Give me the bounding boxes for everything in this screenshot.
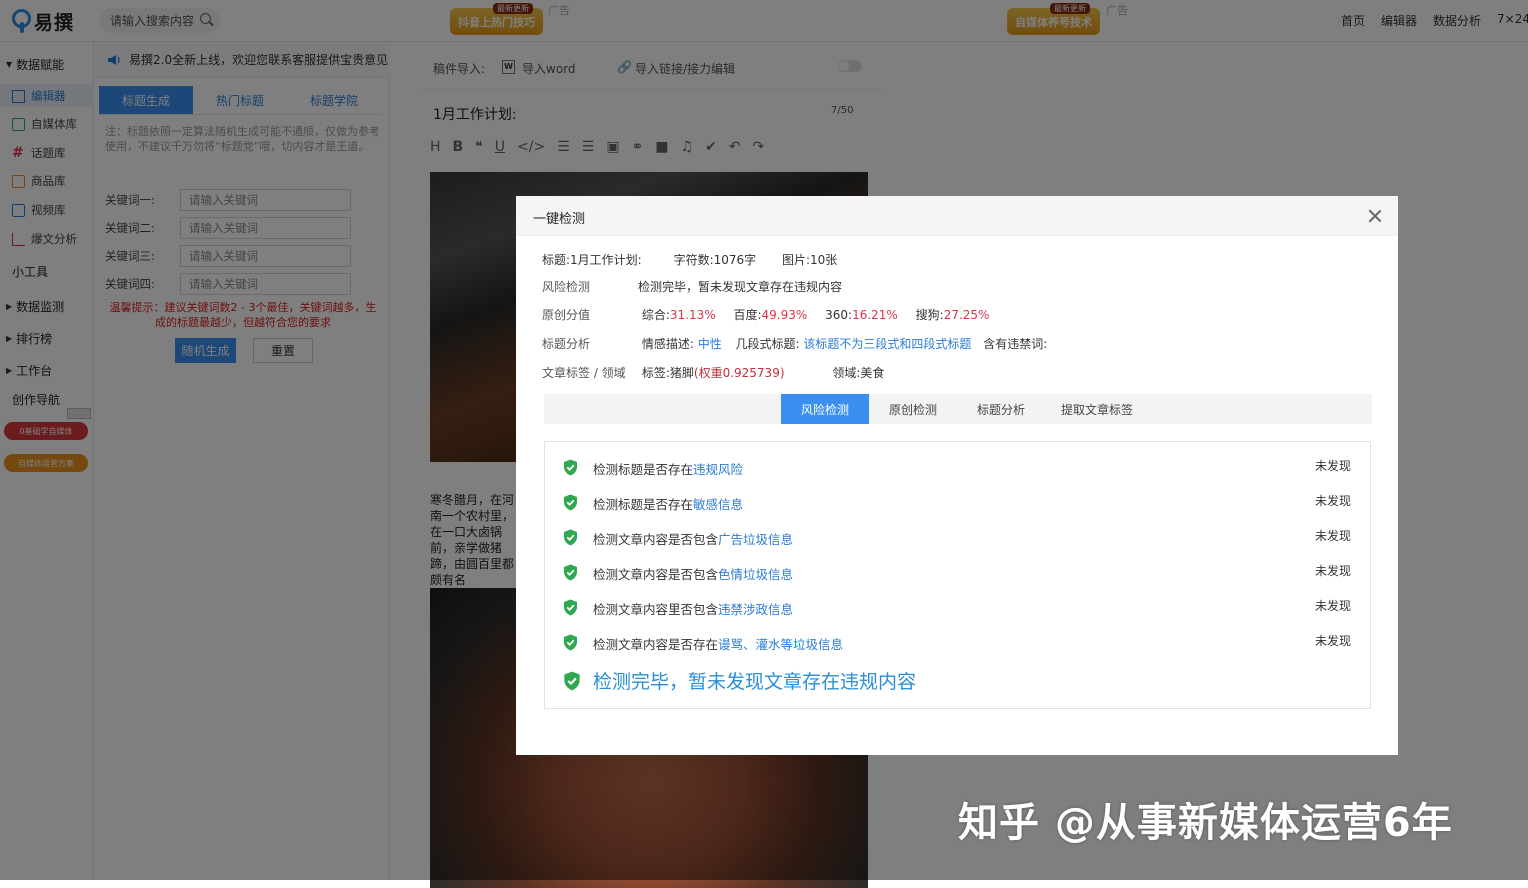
result-prefix: 检测文章内容是否包含 (593, 567, 719, 582)
score-name: 搜狗: (915, 308, 944, 322)
tag-weight: (权重0.925739) (693, 366, 785, 380)
result-row: 检测文章内容里否包含违禁涉政信息 未发现 (563, 597, 1355, 617)
domain-value: 美食 (860, 366, 885, 380)
tag-value: 猪脚 (669, 366, 694, 380)
result-text: 检测文章内容是否包含广告垃圾信息 (593, 529, 793, 548)
result-row: 检测文章内容是否包含广告垃圾信息 未发现 (563, 527, 1355, 547)
result-link[interactable]: 违规风险 (693, 462, 743, 477)
title-analysis-label: 标题分析 (542, 337, 591, 351)
result-prefix: 检测文章内容里否包含 (593, 602, 719, 617)
char-count: 1076字 (713, 253, 757, 267)
score-value: 16.21% (852, 308, 898, 322)
score-name: 综合: (641, 308, 670, 322)
check-dialog: 一键检测 标题:1月工作计划: 字符数:1076字 图片:10张 风险检测检测完… (516, 196, 1398, 755)
result-prefix: 检测标题是否存在 (593, 497, 694, 512)
score-value: 49.93% (761, 308, 808, 322)
segments-label: 几段式标题: (735, 337, 800, 351)
dialog-header: 一键检测 (516, 196, 1398, 236)
shield-check-icon (564, 459, 577, 476)
original-score: 原创分值 综合:31.13% 百度:49.93% 360:16.21% 搜狗:2… (542, 306, 989, 323)
segments-value: 该标题不为三段式和四段式标题 (803, 337, 972, 351)
tab-original-check[interactable]: 原创检测 (869, 394, 957, 424)
shield-check-icon (564, 634, 577, 651)
result-row: 检测标题是否存在敏感信息 未发现 (563, 492, 1355, 512)
banned-words-label: 含有违禁词: (983, 337, 1048, 351)
result-status: 未发现 (1314, 529, 1351, 543)
result-status: 未发现 (1314, 494, 1351, 508)
shield-check-icon (564, 671, 580, 691)
score-value: 27.25% (943, 308, 990, 322)
result-status: 未发现 (1314, 564, 1351, 578)
result-link[interactable]: 谩骂、灌水等垃圾信息 (718, 637, 843, 652)
result-text: 检测文章内容是否包含色情垃圾信息 (593, 564, 793, 583)
risk-results: 检测标题是否存在违规风险 未发现 检测标题是否存在敏感信息 未发现 检测文章内容… (544, 441, 1371, 709)
tab-title-analysis[interactable]: 标题分析 (957, 394, 1045, 424)
score-value: 31.13% (669, 308, 716, 322)
result-status: 未发现 (1314, 599, 1351, 613)
result-text: 检测文章内容是否存在谩骂、灌水等垃圾信息 (593, 634, 843, 653)
close-icon[interactable] (1366, 207, 1384, 225)
result-status: 未发现 (1314, 459, 1351, 473)
shield-check-icon (564, 599, 577, 616)
tab-risk-check[interactable]: 风险检测 (781, 394, 869, 424)
score-name: 百度: (733, 308, 762, 322)
watermark: 知乎 @从事新媒体运营6年 (958, 800, 1453, 846)
result-link[interactable]: 广告垃圾信息 (718, 532, 793, 547)
result-status: 未发现 (1314, 634, 1351, 648)
shield-check-icon (564, 494, 577, 511)
result-row: 检测文章内容是否包含色情垃圾信息 未发现 (563, 562, 1355, 582)
result-link[interactable]: 色情垃圾信息 (718, 567, 793, 582)
article-summary: 标题:1月工作计划: 字符数:1076字 图片:10张 (542, 251, 837, 268)
risk-summary: 风险检测 检测完毕，暂未发现文章存在违规内容 (542, 278, 842, 295)
result-text: 检测标题是否存在违规风险 (593, 459, 743, 478)
article-title: 1月工作计划: (570, 253, 642, 267)
result-prefix: 检测文章内容是否包含 (593, 532, 719, 547)
domain-label: 领域: (832, 366, 861, 380)
score-name: 360: (825, 308, 853, 322)
result-prefix: 检测文章内容是否存在 (593, 637, 719, 652)
title-label: 标题: (542, 253, 571, 267)
risk-label: 风险检测 (542, 280, 591, 294)
result-row: 检测标题是否存在违规风险 未发现 (563, 457, 1355, 477)
images-label: 图片: (781, 253, 811, 267)
emotion-label: 情感描述: (641, 337, 694, 351)
image-count: 10张 (810, 253, 838, 267)
result-link[interactable]: 违禁涉政信息 (718, 602, 793, 617)
final-result-text: 检测完毕，暂未发现文章存在违规内容 (593, 671, 917, 693)
check-tabs: 风险检测 原创检测 标题分析 提取文章标签 (544, 394, 1372, 424)
shield-check-icon (564, 564, 577, 581)
tags-label: 文章标签 / 领域 (542, 366, 626, 380)
tags-summary: 文章标签 / 领域 标签:猪脚(权重0.925739) 领域:美食 (542, 364, 884, 381)
shield-check-icon (564, 529, 577, 546)
emotion-value: 中性 (697, 337, 722, 351)
dialog-title: 一键检测 (533, 212, 586, 227)
result-text: 检测标题是否存在敏感信息 (593, 494, 743, 513)
tab-extract-tags[interactable]: 提取文章标签 (1045, 394, 1149, 424)
result-text: 检测文章内容里否包含违禁涉政信息 (593, 599, 793, 618)
result-row: 检测文章内容是否存在谩骂、灌水等垃圾信息 未发现 (563, 632, 1355, 652)
original-label: 原创分值 (542, 308, 591, 322)
result-prefix: 检测标题是否存在 (593, 462, 694, 477)
risk-text: 检测完毕，暂未发现文章存在违规内容 (638, 280, 843, 294)
tag-label: 标签: (641, 366, 670, 380)
chars-label: 字符数: (673, 253, 714, 267)
result-link[interactable]: 敏感信息 (693, 497, 743, 512)
title-analysis-summary: 标题分析 情感描述: 中性 几段式标题: 该标题不为三段式和四段式标题 含有违禁… (542, 335, 1047, 352)
